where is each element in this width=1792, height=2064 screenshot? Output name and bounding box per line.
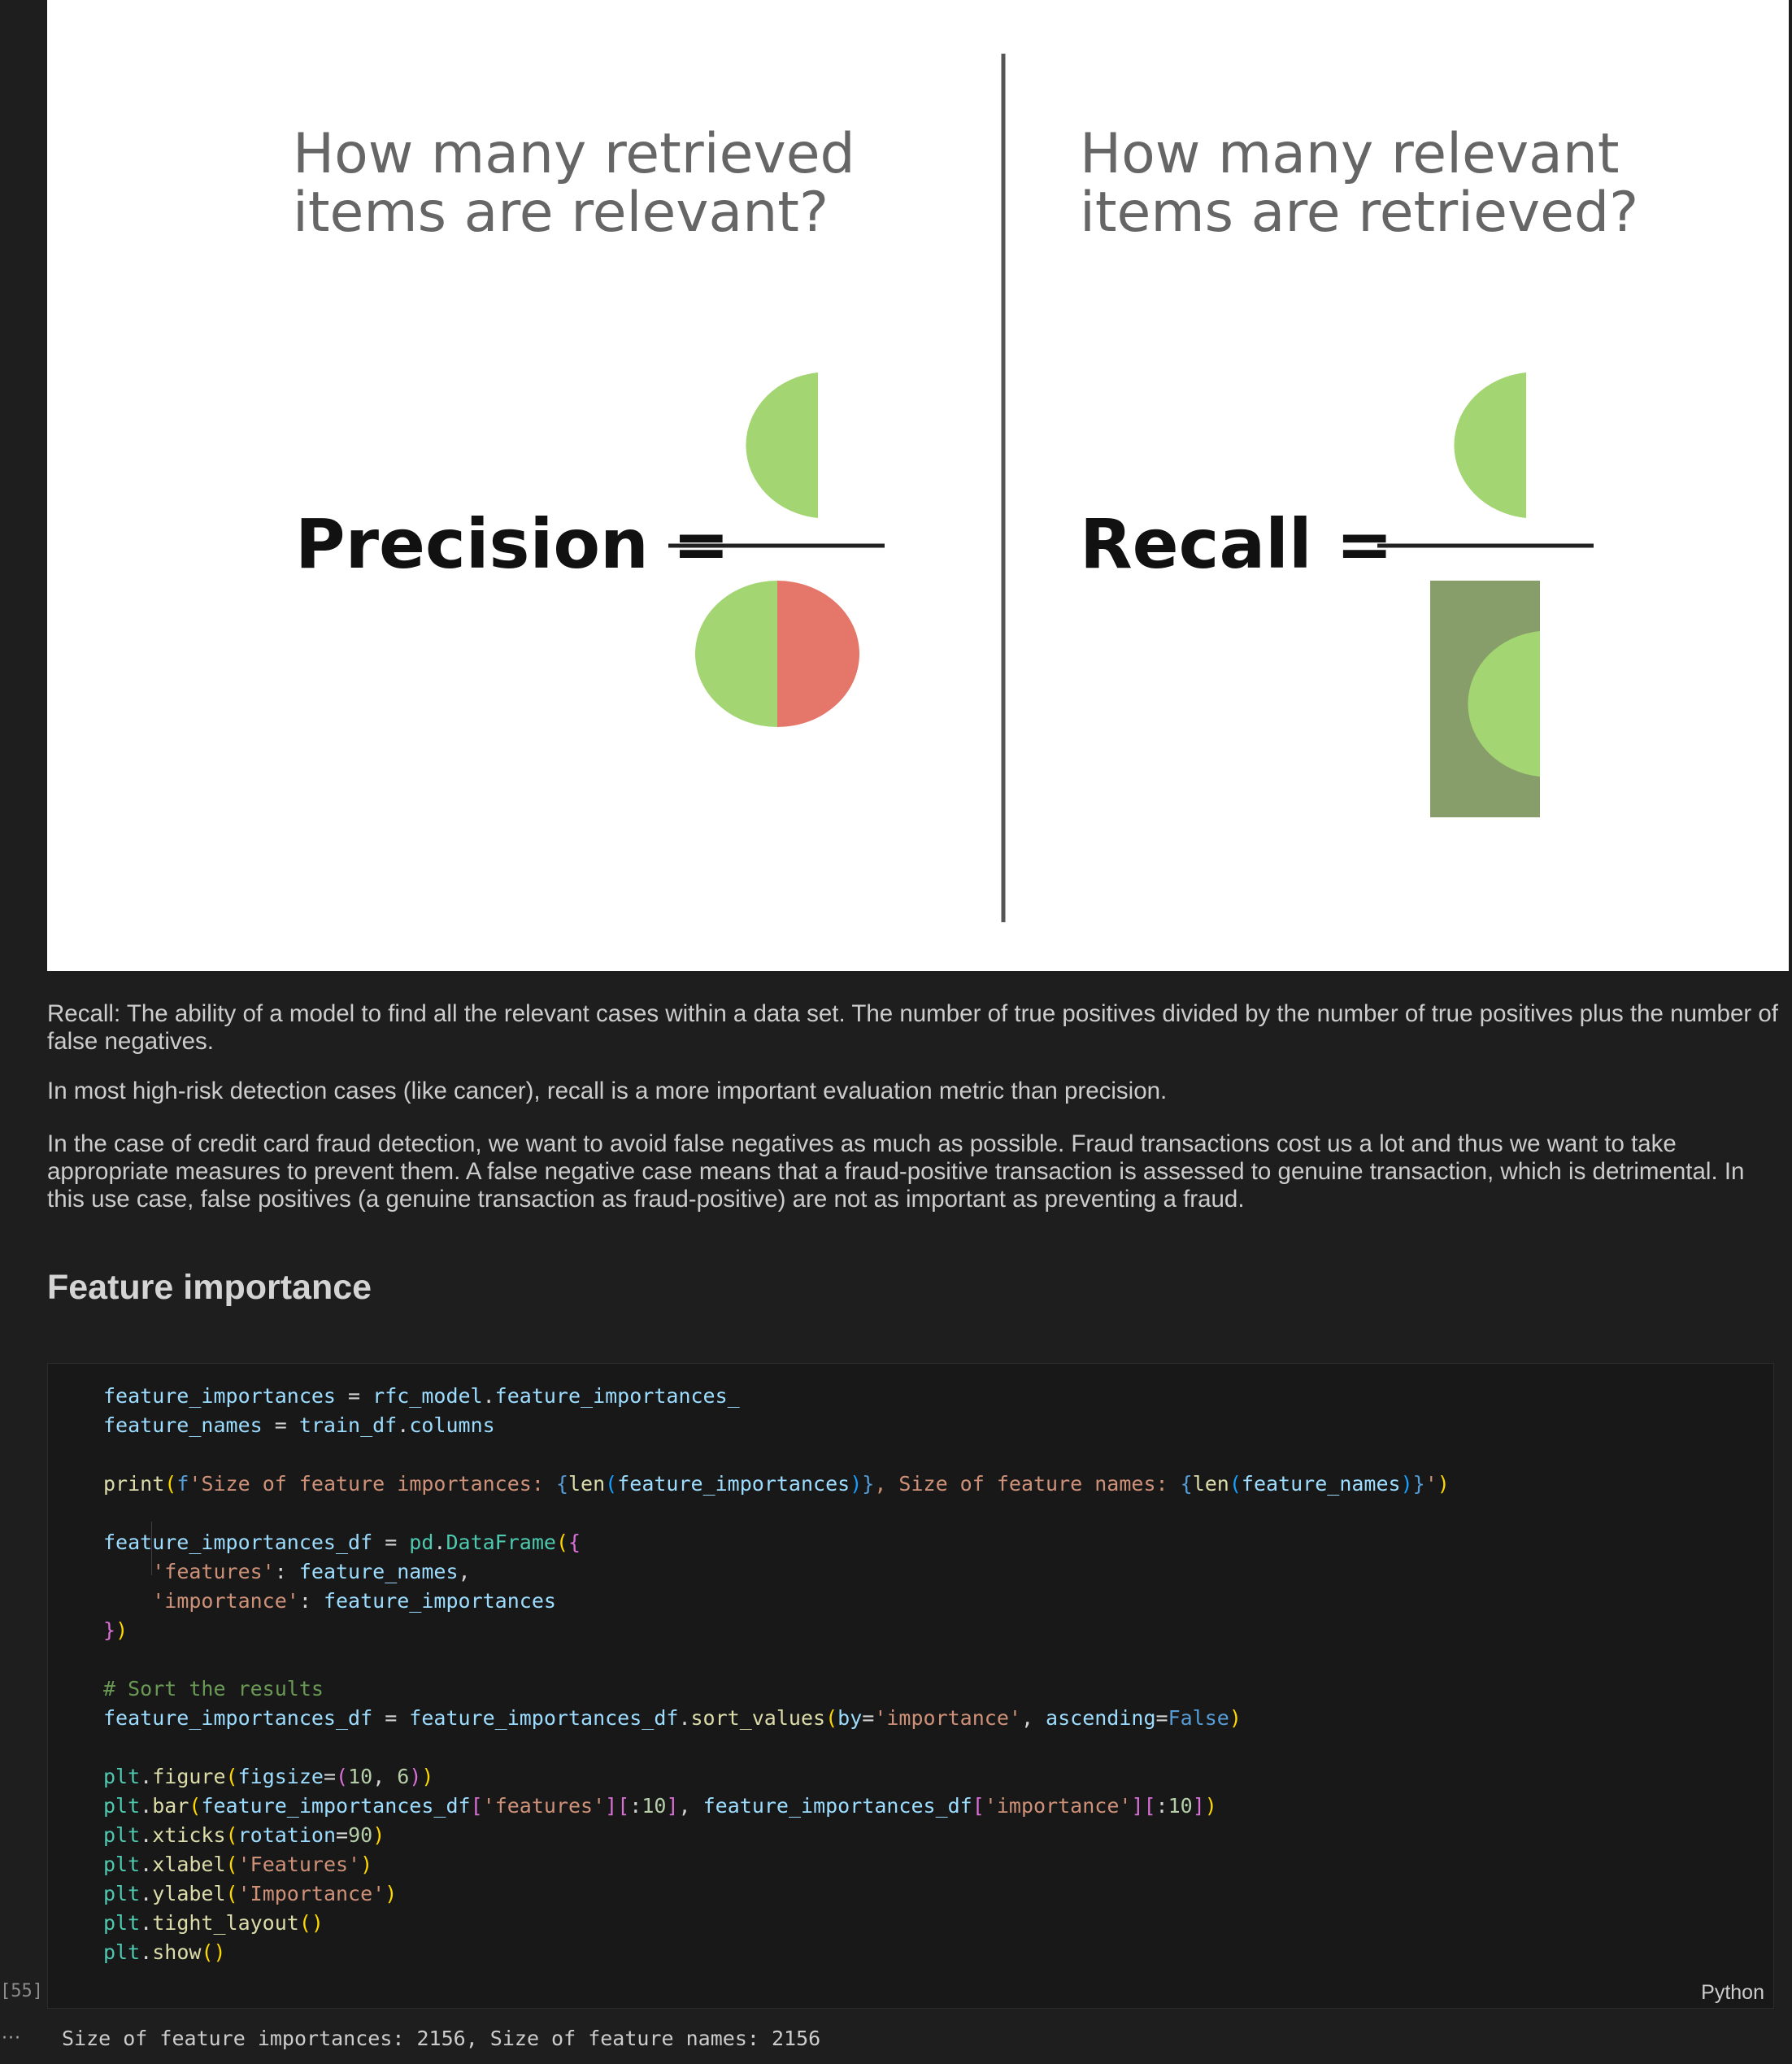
code-cell-editor[interactable]: feature_importances = rfc_model.feature_…	[47, 1363, 1774, 2009]
right-question-line1: How many relevant	[1080, 122, 1620, 186]
code-text[interactable]: feature_importances = rfc_model.feature_…	[103, 1382, 1450, 1967]
precision-denominator-green-half	[695, 581, 777, 727]
output-collapse-button[interactable]: ···	[2, 2028, 21, 2049]
precision-recall-figure: How many retrieved items are relevant? H…	[47, 0, 1789, 971]
left-question-line1: How many retrieved	[293, 122, 855, 186]
recall-label: Recall =	[1080, 504, 1393, 584]
cell-language-label[interactable]: Python	[1701, 1981, 1764, 2005]
precision-label: Precision =	[295, 504, 729, 584]
recall-definition-text: Recall: The ability of a model to find a…	[47, 1000, 1778, 1055]
section-heading: Feature importance	[47, 1268, 372, 1307]
precision-denominator-red-half	[777, 581, 859, 727]
cell-output-text: Size of feature importances: 2156, Size …	[62, 2027, 821, 2050]
right-question-line2: items are retrieved?	[1080, 181, 1638, 245]
recall-numerator-half-circle	[1454, 372, 1526, 518]
execution-count: [55]	[0, 1981, 43, 2001]
fraud-note-text: In the case of credit card fraud detecti…	[47, 1130, 1745, 1213]
high-risk-note-text: In most high-risk detection cases (like …	[47, 1078, 1168, 1104]
left-question-line2: items are relevant?	[293, 181, 829, 245]
precision-numerator-half-circle	[746, 372, 818, 518]
